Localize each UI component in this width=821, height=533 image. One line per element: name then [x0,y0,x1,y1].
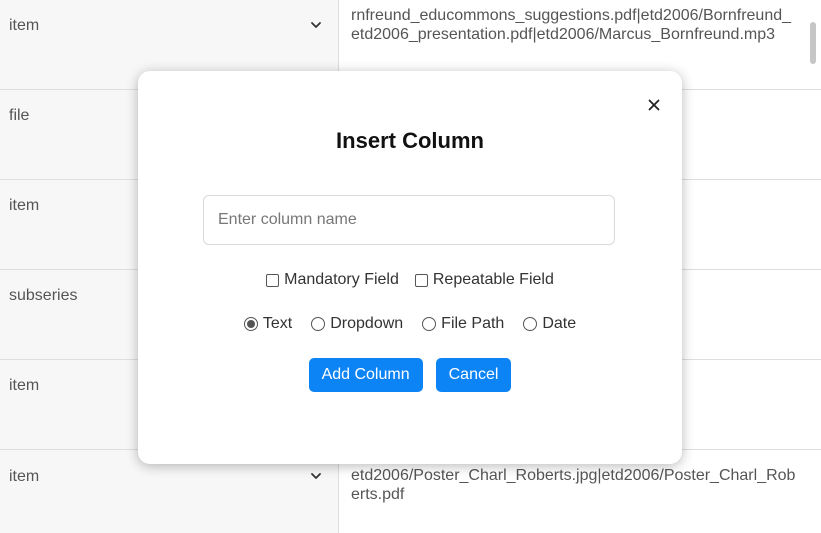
add-column-button[interactable]: Add Column [308,358,423,392]
repeatable-field-checkbox[interactable] [414,273,428,287]
file-path-radio[interactable] [422,317,437,331]
path-text: etd2006/Poster_Charl_Roberts.jpg|etd2006… [351,467,796,503]
dropdown-radio[interactable] [311,317,326,331]
mandatory-field-checkbox[interactable] [266,273,280,287]
close-icon [648,99,660,111]
modal-title: Insert Column [336,128,484,153]
field-type-text[interactable]: Text [243,315,293,333]
path-text: rnfreund_educommons_suggestions.pdf|etd2… [351,7,792,43]
type-select-value: item [9,197,40,214]
field-type-file-path[interactable]: File Path [422,315,504,333]
mandatory-field-label: Mandatory Field [284,271,399,288]
field-type-group: Text Dropdown File Path Date [138,315,682,333]
scrollbar-thumb[interactable] [810,22,816,64]
modal-actions: Add Column Cancel [138,358,682,392]
repeatable-field-option[interactable]: Repeatable Field [414,271,554,289]
text-radio[interactable] [243,317,258,331]
dropdown-radio-label: Dropdown [330,315,404,332]
field-options: Mandatory Field Repeatable Field [138,271,682,289]
chevron-down-icon[interactable] [309,18,323,32]
mandatory-field-option[interactable]: Mandatory Field [266,271,399,289]
date-radio-label: Date [542,315,577,332]
close-button[interactable] [644,95,664,115]
file-path-radio-label: File Path [441,315,505,332]
column-name-input[interactable] [203,195,615,245]
field-type-dropdown[interactable]: Dropdown [311,315,403,333]
type-select-value: subseries [9,287,78,304]
date-radio[interactable] [523,317,538,331]
cancel-button[interactable]: Cancel [435,358,512,392]
insert-column-modal: Insert Column Mandatory Field Repeatable… [138,71,682,464]
type-select-value: file [9,107,30,124]
type-select-value: item [9,377,40,394]
type-select-value: item [9,17,40,34]
text-radio-label: Text [262,315,293,332]
field-type-date[interactable]: Date [523,315,576,333]
chevron-down-icon[interactable] [309,469,323,483]
repeatable-field-label: Repeatable Field [432,271,554,288]
type-select-value: item [9,468,40,485]
